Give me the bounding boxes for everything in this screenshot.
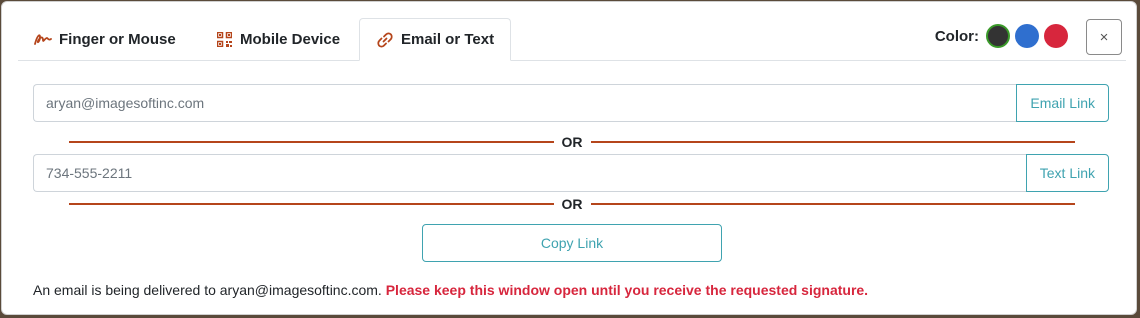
qr-code-icon [215, 30, 233, 48]
tab-label: Email or Text [401, 31, 495, 48]
divider-line [590, 141, 1075, 143]
tab-mobile-device[interactable]: Mobile Device [199, 18, 356, 60]
color-label: Color: [934, 27, 979, 45]
color-swatch-blue[interactable] [1015, 24, 1039, 48]
divider-line [69, 203, 554, 205]
signature-dialog: Finger or Mouse Mobile Device Email or T… [1, 1, 1137, 315]
link-icon [376, 31, 394, 49]
status-message: An email is being delivered to aryan@ima… [33, 282, 868, 298]
color-swatch-black[interactable] [986, 24, 1010, 48]
tab-finger-or-mouse[interactable]: Finger or Mouse [18, 18, 192, 60]
copy-link-button[interactable]: Copy Link [422, 224, 722, 262]
tab-email-or-text[interactable]: Email or Text [359, 18, 512, 61]
color-swatch-red[interactable] [1044, 24, 1068, 48]
keep-open-warning: Please keep this window open until you r… [385, 282, 869, 298]
email-link-button[interactable]: Email Link [1016, 84, 1109, 122]
divider-line [69, 141, 554, 143]
close-button[interactable]: × [1086, 19, 1122, 55]
divider-line [590, 203, 1075, 205]
delivery-message: An email is being delivered to aryan@ima… [33, 282, 382, 298]
signature-icon [34, 30, 52, 48]
or-divider: OR [69, 132, 1075, 152]
tab-label: Finger or Mouse [59, 30, 176, 48]
text-link-button[interactable]: Text Link [1025, 154, 1109, 192]
tab-label: Mobile Device [240, 30, 341, 48]
or-text: OR [561, 134, 583, 150]
or-divider: OR [69, 194, 1075, 214]
color-picker: Color: [935, 24, 1068, 48]
phone-row: Text Link [33, 154, 1109, 192]
phone-field[interactable] [33, 154, 1026, 192]
or-text: OR [561, 196, 583, 212]
email-field[interactable] [33, 84, 1017, 122]
email-row: Email Link [33, 84, 1109, 122]
